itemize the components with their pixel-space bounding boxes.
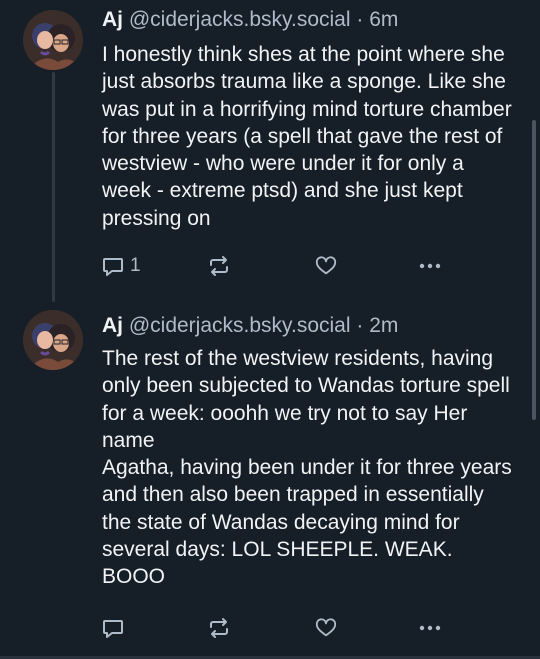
more-icon [419, 625, 441, 631]
post-header: Aj @ciderjacks.bsky.social · 6m [102, 7, 398, 33]
post-text: The rest of the westview residents, havi… [102, 347, 512, 589]
post-time[interactable]: 2m [369, 314, 398, 337]
avatar[interactable] [23, 310, 83, 370]
post-text: I honestly think shes at the point where… [102, 43, 512, 230]
reply-button[interactable] [102, 617, 130, 639]
heart-icon [315, 256, 337, 275]
reply-icon [103, 258, 123, 276]
author-name[interactable]: Aj [102, 314, 123, 337]
repost-button[interactable] [207, 255, 231, 277]
author-name[interactable]: Aj [102, 8, 123, 31]
like-button[interactable] [315, 617, 337, 639]
separator-dot: · [356, 8, 364, 31]
author-handle[interactable]: @ciderjacks.bsky.social [129, 8, 351, 31]
reply-button[interactable]: 1 [102, 255, 141, 277]
repost-button[interactable] [207, 617, 231, 639]
post-actions [102, 617, 442, 645]
repost-icon [210, 256, 228, 276]
avatar-illustration-icon [23, 10, 83, 70]
post-time[interactable]: 6m [369, 8, 398, 31]
avatar[interactable] [23, 10, 83, 70]
more-options-button[interactable] [418, 617, 442, 639]
like-button[interactable] [315, 255, 337, 277]
reply-count: 1 [130, 255, 141, 276]
post-header: Aj @ciderjacks.bsky.social · 2m [102, 313, 398, 339]
separator-dot: · [356, 314, 364, 337]
more-options-button[interactable] [418, 255, 442, 277]
scrollbar[interactable] [532, 120, 536, 420]
thread-line [52, 72, 55, 302]
avatar-illustration-icon [23, 310, 83, 370]
post-actions: 1 [102, 255, 442, 283]
author-handle[interactable]: @ciderjacks.bsky.social [129, 314, 351, 337]
repost-icon [210, 618, 228, 638]
more-icon [419, 263, 441, 269]
reply-icon [103, 620, 123, 638]
heart-icon [315, 618, 337, 637]
